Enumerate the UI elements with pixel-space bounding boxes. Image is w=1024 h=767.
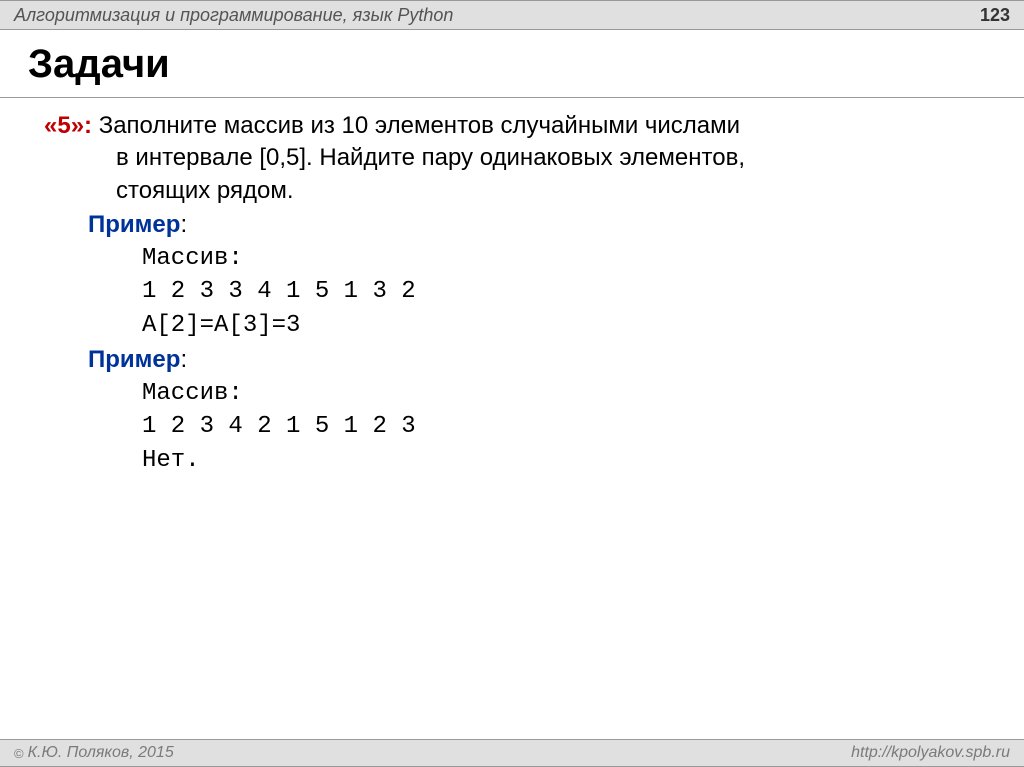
task-text-3: стоящих рядом. (116, 175, 980, 207)
example1-colon: : (180, 211, 187, 238)
example2-line3: Нет. (142, 444, 980, 478)
copyright-symbol: © (14, 746, 24, 761)
header-bar: Алгоритмизация и программирование, язык … (0, 0, 1024, 30)
header-title: Алгоритмизация и программирование, язык … (14, 5, 453, 26)
task-grade: «5»: (44, 112, 92, 139)
example1-label: Пример: (88, 209, 980, 241)
example1-line1: Массив: (142, 242, 980, 276)
example1-line3: A[2]=A[3]=3 (142, 309, 980, 343)
task-text-1: Заполните массив из 10 элементов случайн… (92, 112, 740, 139)
footer-bar: © К.Ю. Поляков, 2015 http://kpolyakov.sp… (0, 739, 1024, 767)
copyright: © К.Ю. Поляков, 2015 (14, 744, 174, 762)
footer-url: http://kpolyakov.spb.ru (851, 744, 1010, 762)
main-title: Задачи (0, 30, 1024, 98)
page-number: 123 (980, 5, 1010, 26)
copyright-text: К.Ю. Поляков, 2015 (28, 744, 174, 762)
task-text-2: в интервале [0,5]. Найдите пару одинаков… (116, 142, 980, 174)
example1-line2: 1 2 3 3 4 1 5 1 3 2 (142, 275, 980, 309)
example2-colon: : (180, 346, 187, 373)
task-line-1: «5»: Заполните массив из 10 элементов сл… (44, 110, 980, 142)
example2-label: Пример: (88, 344, 980, 376)
example2-line2: 1 2 3 4 2 1 5 1 2 3 (142, 410, 980, 444)
example2-line1: Массив: (142, 377, 980, 411)
example1-label-text: Пример (88, 211, 180, 238)
example2-label-text: Пример (88, 346, 180, 373)
content: «5»: Заполните массив из 10 элементов сл… (0, 98, 1024, 478)
